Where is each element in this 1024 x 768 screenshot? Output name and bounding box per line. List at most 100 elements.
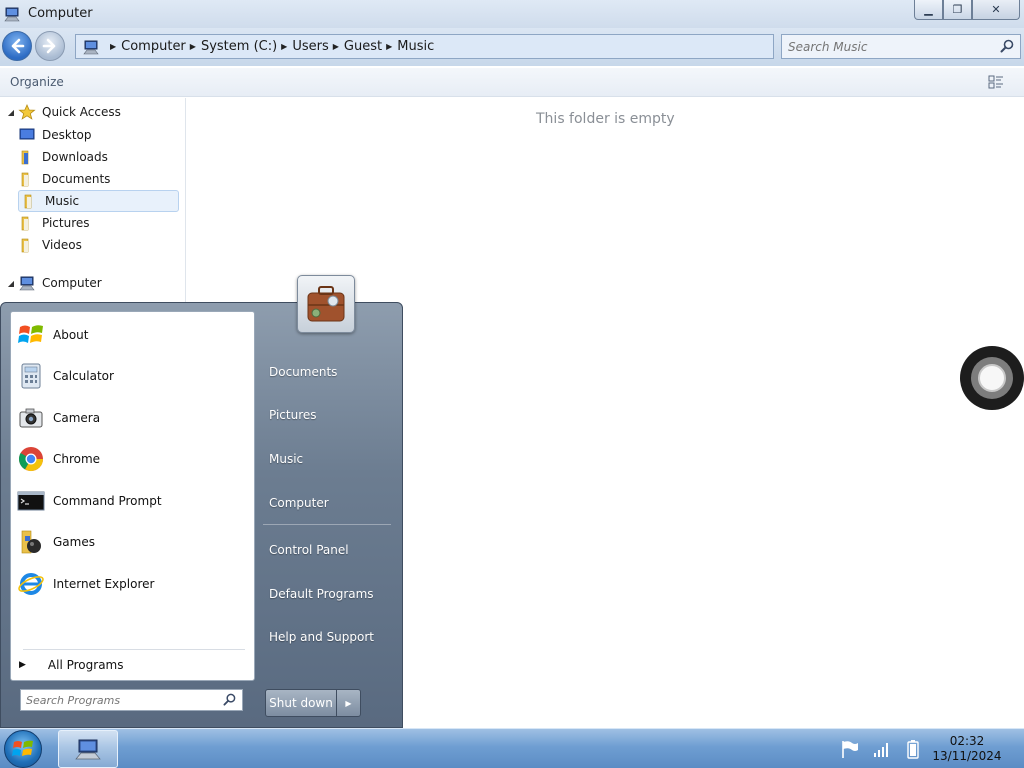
folder-icon bbox=[24, 194, 32, 209]
tree-label: Music bbox=[45, 194, 80, 208]
program-calculator[interactable]: Calculator bbox=[17, 358, 249, 394]
expanded-triangle-icon[interactable]: ◢ bbox=[4, 279, 18, 288]
chevron-right-icon[interactable]: ▶ bbox=[281, 42, 287, 51]
all-programs-label: All Programs bbox=[47, 658, 124, 672]
program-games[interactable]: Games bbox=[17, 524, 249, 560]
internet-explorer-icon bbox=[18, 573, 44, 595]
star-icon bbox=[18, 104, 36, 120]
computer-icon bbox=[83, 40, 99, 54]
tree-label: Desktop bbox=[42, 128, 92, 142]
windows-logo-icon bbox=[12, 740, 33, 756]
folder-icon bbox=[21, 150, 29, 165]
tree-item-desktop[interactable]: Desktop bbox=[0, 124, 92, 146]
tree-label: Pictures bbox=[42, 216, 90, 230]
tree-label: Downloads bbox=[42, 150, 108, 164]
tree-item-videos[interactable]: Videos bbox=[0, 234, 82, 256]
program-command-prompt[interactable]: Command Prompt bbox=[17, 483, 249, 519]
forward-button[interactable] bbox=[35, 31, 65, 61]
user-picture[interactable] bbox=[297, 275, 355, 333]
search-icon[interactable] bbox=[223, 693, 236, 706]
title-bar[interactable]: Computer ▁ ❐ ✕ bbox=[0, 0, 1024, 28]
tree-item-documents[interactable]: Documents bbox=[0, 168, 110, 190]
tree-label: Quick Access bbox=[42, 105, 121, 119]
breadcrumb-users[interactable]: Users bbox=[292, 39, 328, 54]
taskbar-explorer-button[interactable] bbox=[58, 730, 118, 768]
chevron-right-icon[interactable]: ▶ bbox=[110, 42, 116, 51]
tree-item-pictures[interactable]: Pictures bbox=[0, 212, 90, 234]
tree-quick-access[interactable]: ◢ Quick Access bbox=[0, 101, 121, 123]
computer-icon bbox=[4, 7, 20, 22]
breadcrumb-system-c[interactable]: System (C:) bbox=[201, 39, 277, 54]
breadcrumb: ▶ Computer ▶ System (C:) ▶ Users ▶ Guest… bbox=[106, 39, 434, 54]
minimize-button[interactable]: ▁ bbox=[914, 0, 943, 20]
floating-button-ring bbox=[971, 357, 1013, 399]
folder-icon bbox=[21, 172, 29, 187]
all-programs-button[interactable]: ▶ All Programs bbox=[19, 654, 124, 676]
triangle-right-icon: ▶ bbox=[345, 698, 352, 708]
tree-item-music[interactable]: Music bbox=[18, 190, 179, 212]
tree-label: Documents bbox=[42, 172, 111, 186]
program-chrome[interactable]: Chrome bbox=[17, 441, 249, 477]
tree-computer[interactable]: ◢ Computer bbox=[0, 272, 102, 294]
minimize-icon: ▁ bbox=[924, 3, 933, 16]
floating-action-button[interactable] bbox=[960, 346, 1024, 410]
chevron-right-icon[interactable]: ▶ bbox=[333, 42, 339, 51]
camera-icon bbox=[19, 408, 43, 428]
battery-icon[interactable] bbox=[903, 739, 923, 759]
program-label: Camera bbox=[53, 411, 101, 425]
command-prompt-icon bbox=[17, 491, 45, 511]
chevron-right-icon[interactable]: ▶ bbox=[386, 42, 392, 51]
chrome-icon bbox=[18, 447, 43, 472]
close-button[interactable]: ✕ bbox=[972, 0, 1020, 20]
place-help-and-support[interactable]: Help and Support bbox=[269, 630, 374, 644]
computer-icon bbox=[19, 276, 35, 291]
place-default-programs[interactable]: Default Programs bbox=[269, 587, 374, 601]
view-options-icon[interactable] bbox=[988, 74, 1004, 90]
place-pictures[interactable]: Pictures bbox=[269, 408, 317, 422]
back-button[interactable] bbox=[2, 31, 32, 61]
program-about[interactable]: About bbox=[17, 317, 249, 353]
calculator-icon bbox=[21, 363, 41, 389]
expanded-triangle-icon[interactable]: ◢ bbox=[4, 108, 18, 117]
place-control-panel[interactable]: Control Panel bbox=[269, 543, 349, 557]
breadcrumb-guest[interactable]: Guest bbox=[344, 39, 382, 54]
address-bar[interactable]: ▶ Computer ▶ System (C:) ▶ Users ▶ Guest… bbox=[75, 34, 774, 59]
floating-button-core bbox=[978, 364, 1006, 392]
program-camera[interactable]: Camera bbox=[17, 400, 249, 436]
close-icon: ✕ bbox=[991, 3, 1001, 16]
organize-button[interactable]: Organize bbox=[10, 75, 64, 89]
flag-icon[interactable] bbox=[840, 739, 860, 759]
place-music[interactable]: Music bbox=[269, 452, 303, 466]
briefcase-icon bbox=[307, 286, 345, 322]
system-clock[interactable]: 02:32 13/11/2024 bbox=[928, 734, 1006, 764]
tree-item-downloads[interactable]: Downloads bbox=[0, 146, 108, 168]
breadcrumb-music[interactable]: Music bbox=[397, 39, 434, 54]
computer-icon bbox=[75, 739, 101, 760]
tree-label: Computer bbox=[42, 276, 102, 290]
windows-logo-icon bbox=[18, 325, 43, 343]
program-label: Games bbox=[53, 535, 95, 549]
taskbar: 02:32 13/11/2024 bbox=[0, 728, 1024, 768]
place-computer[interactable]: Computer bbox=[269, 496, 329, 510]
start-search-box bbox=[20, 689, 243, 711]
start-menu: About Calculator Camera Chrome Command P… bbox=[0, 275, 403, 728]
command-toolbar: Organize bbox=[0, 68, 1024, 97]
start-button[interactable] bbox=[4, 730, 42, 768]
empty-folder-message: This folder is empty bbox=[536, 111, 675, 127]
arrow-left-icon bbox=[11, 38, 25, 54]
place-documents[interactable]: Documents bbox=[269, 365, 337, 379]
clock-date: 13/11/2024 bbox=[932, 749, 1002, 763]
start-search-input[interactable] bbox=[21, 690, 216, 710]
chevron-right-icon[interactable]: ▶ bbox=[190, 42, 196, 51]
folder-icon bbox=[21, 216, 29, 231]
search-input[interactable] bbox=[782, 35, 992, 58]
shutdown-button[interactable]: Shut down bbox=[265, 689, 337, 717]
maximize-button[interactable]: ❐ bbox=[943, 0, 972, 20]
program-label: Chrome bbox=[53, 452, 101, 466]
shutdown-options-button[interactable]: ▶ bbox=[337, 689, 361, 717]
program-internet-explorer[interactable]: Internet Explorer bbox=[17, 566, 249, 602]
signal-icon[interactable] bbox=[872, 739, 892, 759]
search-icon[interactable] bbox=[1000, 39, 1014, 53]
folder-icon bbox=[21, 238, 29, 253]
breadcrumb-computer[interactable]: Computer bbox=[121, 39, 186, 54]
